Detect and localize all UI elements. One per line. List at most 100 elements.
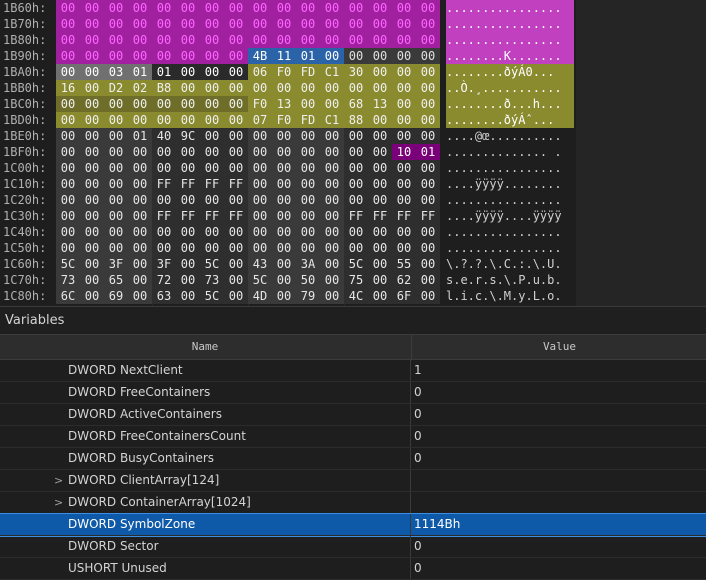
column-header-name[interactable]: Name (0, 335, 410, 359)
hex-byte[interactable]: 00 (104, 0, 128, 16)
hex-byte[interactable]: FD (296, 112, 320, 128)
hex-byte[interactable]: 00 (224, 32, 248, 48)
hex-byte[interactable]: 00 (368, 176, 392, 192)
hex-byte[interactable]: 00 (320, 144, 344, 160)
hex-byte[interactable]: 4C (344, 288, 368, 304)
hex-byte[interactable]: 00 (368, 256, 392, 272)
hex-byte[interactable]: 01 (416, 144, 440, 160)
hex-byte[interactable]: 00 (344, 176, 368, 192)
hex-byte[interactable]: 00 (176, 16, 200, 32)
hex-byte[interactable]: 00 (152, 96, 176, 112)
hex-byte[interactable]: 00 (104, 96, 128, 112)
hex-byte[interactable]: 00 (128, 288, 152, 304)
hex-byte[interactable]: 00 (344, 128, 368, 144)
variable-row[interactable]: DWORD FreeContainersCount 0 (0, 426, 706, 448)
hex-byte[interactable]: 00 (320, 16, 344, 32)
hex-byte[interactable]: 00 (248, 32, 272, 48)
hex-byte[interactable]: 00 (128, 16, 152, 32)
hex-byte[interactable]: 00 (80, 64, 104, 80)
hex-byte[interactable]: 00 (248, 176, 272, 192)
hex-byte[interactable]: 75 (344, 272, 368, 288)
hex-byte[interactable]: 00 (272, 208, 296, 224)
hex-byte[interactable]: 00 (320, 224, 344, 240)
hex-byte[interactable]: 00 (128, 48, 152, 64)
hex-byte[interactable]: 00 (416, 96, 440, 112)
hex-byte[interactable]: 43 (248, 256, 272, 272)
hex-byte[interactable]: F0 (272, 112, 296, 128)
hex-byte[interactable]: 00 (80, 48, 104, 64)
hex-byte[interactable]: 00 (392, 48, 416, 64)
hex-byte[interactable]: F0 (272, 64, 296, 80)
hex-byte[interactable]: 00 (296, 144, 320, 160)
hex-byte[interactable]: 00 (224, 80, 248, 96)
hex-byte[interactable]: 00 (128, 0, 152, 16)
hex-row-ascii[interactable]: ....ÿÿÿÿ....ÿÿÿÿ (446, 208, 574, 224)
hex-byte[interactable]: 00 (224, 16, 248, 32)
hex-byte[interactable]: 00 (272, 256, 296, 272)
hex-byte[interactable]: 01 (296, 48, 320, 64)
hex-byte[interactable]: 00 (368, 128, 392, 144)
hex-byte[interactable]: FF (224, 208, 248, 224)
hex-byte[interactable]: 00 (200, 48, 224, 64)
hex-byte[interactable]: 00 (56, 32, 80, 48)
hex-byte[interactable]: 00 (368, 272, 392, 288)
hex-byte[interactable]: 00 (344, 240, 368, 256)
hex-byte[interactable]: 00 (104, 32, 128, 48)
hex-byte[interactable]: C1 (320, 64, 344, 80)
hex-byte[interactable]: 00 (200, 112, 224, 128)
hex-byte[interactable]: 00 (80, 192, 104, 208)
hex-row-ascii[interactable]: ..Ò.¸........... (446, 80, 574, 96)
hex-byte[interactable]: 00 (176, 32, 200, 48)
hex-byte[interactable]: 00 (224, 224, 248, 240)
hex-byte[interactable]: 9C (176, 128, 200, 144)
hex-byte[interactable]: 55 (392, 256, 416, 272)
hex-byte[interactable]: 00 (80, 0, 104, 16)
hex-byte[interactable]: 00 (416, 16, 440, 32)
hex-byte[interactable]: 00 (344, 144, 368, 160)
hex-byte[interactable]: 00 (80, 176, 104, 192)
hex-byte[interactable]: 00 (416, 80, 440, 96)
hex-byte[interactable]: 5C (200, 256, 224, 272)
hex-byte[interactable]: 00 (272, 224, 296, 240)
hex-byte[interactable]: 00 (104, 240, 128, 256)
hex-byte[interactable]: 00 (392, 112, 416, 128)
hex-byte[interactable]: FF (152, 176, 176, 192)
hex-byte[interactable]: 00 (296, 16, 320, 32)
hex-byte[interactable]: 00 (200, 128, 224, 144)
hex-byte[interactable]: 00 (368, 48, 392, 64)
hex-byte[interactable]: 00 (128, 208, 152, 224)
hex-byte[interactable]: 00 (320, 272, 344, 288)
hex-row-ascii[interactable]: .............. . (446, 144, 574, 160)
hex-row-ascii[interactable]: ................ (446, 32, 574, 48)
hex-byte[interactable]: 00 (416, 48, 440, 64)
hex-byte[interactable]: 00 (368, 192, 392, 208)
hex-byte[interactable]: 00 (152, 240, 176, 256)
variable-row[interactable]: DWORD FreeContainers 0 (0, 382, 706, 404)
hex-byte[interactable]: 00 (104, 160, 128, 176)
hex-byte[interactable]: 00 (296, 32, 320, 48)
hex-row-ascii[interactable]: ................ (446, 16, 574, 32)
hex-byte[interactable]: 13 (368, 96, 392, 112)
hex-byte[interactable]: 00 (344, 80, 368, 96)
hex-byte[interactable]: 11 (272, 48, 296, 64)
hex-byte[interactable]: 00 (224, 256, 248, 272)
hex-byte[interactable]: 00 (128, 272, 152, 288)
hex-byte[interactable]: 00 (296, 208, 320, 224)
hex-byte[interactable]: 01 (128, 64, 152, 80)
hex-byte[interactable]: 00 (104, 16, 128, 32)
hex-row-ascii[interactable]: s.e.r.s.\.P.u.b. (446, 272, 574, 288)
hex-byte[interactable]: 00 (104, 144, 128, 160)
hex-byte[interactable]: 00 (80, 80, 104, 96)
hex-byte[interactable]: 00 (128, 32, 152, 48)
hex-byte[interactable]: 00 (224, 128, 248, 144)
hex-byte[interactable]: 00 (416, 176, 440, 192)
hex-byte[interactable]: 00 (80, 256, 104, 272)
hex-byte[interactable]: 00 (152, 144, 176, 160)
hex-byte[interactable]: 00 (320, 80, 344, 96)
hex-byte[interactable]: 5C (344, 256, 368, 272)
hex-byte[interactable]: 00 (248, 0, 272, 16)
hex-byte[interactable]: 62 (392, 272, 416, 288)
hex-byte[interactable]: 00 (80, 288, 104, 304)
hex-byte[interactable]: 00 (128, 144, 152, 160)
hex-byte[interactable]: 00 (224, 64, 248, 80)
